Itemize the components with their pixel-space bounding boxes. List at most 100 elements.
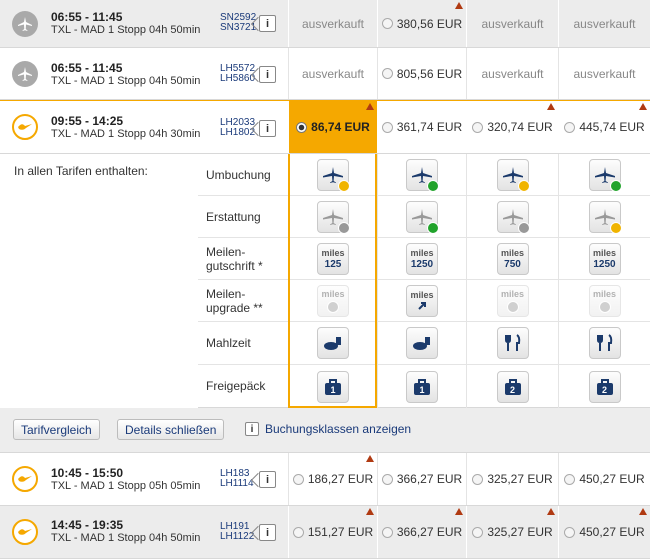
price-label: 361,74 EUR	[396, 120, 463, 134]
baggage-count: 2	[601, 384, 607, 395]
flight-route: TXL - MAD 1 Stopp 04h 50min	[51, 24, 201, 36]
baggage-count: 1	[419, 384, 425, 395]
feature-label: Umbuchung	[206, 168, 271, 182]
check-badge	[427, 221, 439, 234]
feature-cell: 2	[466, 365, 558, 408]
price-cell-sold-out: ausverkauft	[466, 48, 558, 99]
feature-cell: 1	[377, 365, 466, 408]
fare-radio[interactable]	[292, 473, 304, 485]
price-cell[interactable]: 151,27 EUR	[288, 506, 377, 558]
check-badge	[609, 179, 622, 192]
feature-label: Erstattung	[206, 210, 261, 224]
feature-cell: miles	[466, 280, 558, 321]
price-cell[interactable]: 186,27 EUR	[288, 453, 377, 505]
feature-row-refund: Erstattung	[198, 196, 650, 238]
low-seats-indicator	[366, 508, 374, 515]
feature-cell: miles 125	[288, 238, 377, 279]
price-cell[interactable]: 805,56 EUR	[377, 48, 466, 99]
plane-fee-icon	[496, 158, 530, 192]
booking-classes-link[interactable]: i Buchungsklassen anzeigen	[245, 422, 411, 436]
price-label: 366,27 EUR	[396, 472, 463, 486]
plane-included-icon	[406, 200, 439, 234]
price-cell[interactable]: 320,74 EUR	[466, 101, 558, 153]
fare-radio[interactable]	[564, 121, 576, 133]
feature-row-rebooking: Umbuchung	[198, 154, 650, 196]
fare-radio[interactable]	[381, 473, 393, 485]
flight-details-button[interactable]: i	[259, 524, 276, 541]
airline-logo	[12, 60, 38, 87]
low-seats-indicator	[455, 508, 463, 515]
fare-compare-button[interactable]: Tarifvergleich	[13, 419, 100, 440]
miles-not-included-icon: miles	[496, 284, 529, 317]
flight-row-selected: 09:55 - 14:25 TXL - MAD 1 Stopp 04h 30mi…	[0, 100, 650, 154]
feature-cell	[377, 154, 466, 195]
plane-not-included-icon	[496, 200, 530, 234]
lufthansa-crane-icon	[18, 476, 32, 482]
fare-radio[interactable]	[564, 526, 576, 538]
baggage-icon: 2	[496, 370, 529, 403]
fare-radio[interactable]	[381, 121, 393, 133]
miles-word: miles	[500, 247, 524, 258]
price-cell[interactable]: 380,56 EUR	[377, 0, 466, 47]
price-cell-selected[interactable]: 86,74 EUR	[288, 101, 377, 153]
price-cell[interactable]: 361,74 EUR	[377, 101, 466, 153]
miles-credit-icon: miles 1250	[406, 242, 438, 275]
flight-details-button[interactable]: i	[259, 15, 276, 32]
feature-row-miles-credit: Meilen- gutschrift * miles 125 miles 1250 …	[198, 238, 650, 280]
fare-details: In allen Tarifen enthalten: Umbuchung Er…	[0, 154, 650, 408]
feature-cell: miles 1250	[377, 238, 466, 279]
feature-cell: miles	[288, 280, 377, 321]
arrow-up-right-icon	[418, 302, 426, 310]
cross-badge	[598, 300, 611, 313]
price-cell[interactable]: 366,27 EUR	[377, 506, 466, 558]
flight-route: TXL - MAD 1 Stopp 04h 50min	[51, 75, 201, 87]
fare-radio[interactable]	[472, 473, 484, 485]
airline-logo	[12, 114, 38, 140]
flight-details-button[interactable]: i	[259, 66, 276, 83]
low-seats-indicator	[366, 103, 374, 110]
feature-label: Meilen- upgrade **	[206, 287, 263, 315]
booking-classes-label: Buchungsklassen anzeigen	[265, 422, 412, 436]
miles-upgrade-icon: miles	[406, 284, 438, 317]
fare-radio[interactable]	[381, 68, 393, 79]
fare-radio[interactable]	[472, 526, 484, 538]
price-cell[interactable]: 445,74 EUR	[558, 101, 650, 153]
flight-route: TXL - MAD 1 Stopp 05h 05min	[51, 480, 201, 492]
close-details-button[interactable]: Details schließen	[117, 419, 225, 440]
fare-radio[interactable]	[472, 121, 484, 133]
price-label: 450,27 EUR	[579, 525, 645, 539]
fare-radio[interactable]	[292, 526, 304, 538]
miles-value: 125	[324, 258, 342, 270]
meal-icon	[588, 327, 621, 359]
snack-icon	[317, 327, 349, 359]
miles-not-included-icon: miles	[588, 284, 621, 317]
included-title: In allen Tarifen enthalten:	[14, 164, 148, 178]
flight-details-button[interactable]: i	[259, 120, 276, 137]
price-cell-sold-out: ausverkauft	[288, 0, 377, 47]
price-cell-sold-out: ausverkauft	[558, 0, 650, 47]
flight-details-button[interactable]: i	[259, 471, 276, 488]
flight-info: 14:45 - 19:35 TXL - MAD 1 Stopp 04h 50mi…	[0, 506, 288, 558]
price-cell[interactable]: 450,27 EUR	[558, 506, 650, 558]
flight-info: 06:55 - 11:45 TXL - MAD 1 Stopp 04h 50mi…	[0, 48, 288, 99]
fare-radio[interactable]	[381, 526, 393, 538]
price-cell[interactable]: 366,27 EUR	[377, 453, 466, 505]
feature-cell	[377, 196, 466, 237]
price-label: 151,27 EUR	[307, 525, 374, 539]
lufthansa-crane-icon	[18, 529, 32, 535]
feature-label: Mahlzeit	[206, 336, 251, 350]
price-cell[interactable]: 450,27 EUR	[558, 453, 650, 505]
cross-badge	[517, 221, 530, 234]
fare-radio[interactable]	[564, 473, 576, 485]
feature-cell: miles	[377, 280, 466, 321]
flight-number: LH1122	[220, 531, 255, 542]
price-label: 325,27 EUR	[487, 525, 553, 539]
price-cell[interactable]: 325,27 EUR	[466, 506, 558, 558]
flight-times: 10:45 - 15:50	[51, 466, 124, 480]
fare-radio-selected[interactable]	[296, 121, 308, 133]
price-cell[interactable]: 325,27 EUR	[466, 453, 558, 505]
low-seats-indicator	[547, 508, 555, 515]
flight-times: 06:55 - 11:45	[51, 10, 123, 24]
fare-radio[interactable]	[381, 18, 393, 29]
plane-included-icon	[588, 158, 622, 192]
